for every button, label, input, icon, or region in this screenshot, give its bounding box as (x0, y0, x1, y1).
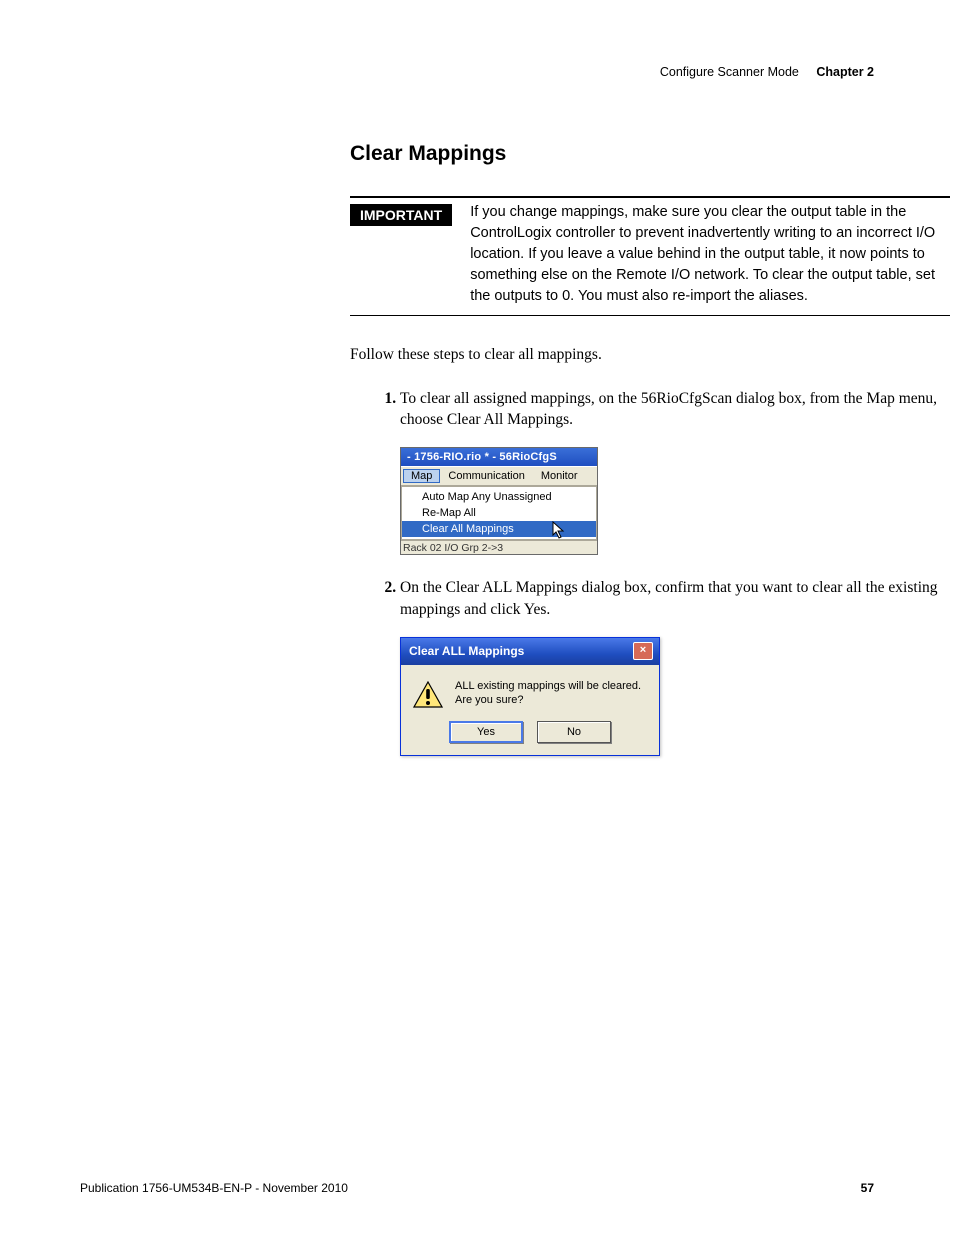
intro-text: Follow these steps to clear all mappings… (350, 344, 950, 366)
dialog-message-line1: ALL existing mappings will be cleared. (455, 679, 641, 694)
steps-list-2: On the Clear ALL Mappings dialog box, co… (370, 577, 954, 620)
menu-communication[interactable]: Communication (440, 469, 532, 483)
close-button[interactable]: × (633, 642, 653, 660)
menu-dropdown: Auto Map Any Unassigned Re-Map All Clear… (401, 486, 597, 540)
chapter-label: Chapter 2 (816, 65, 874, 79)
yes-button[interactable]: Yes (449, 721, 523, 743)
dialog-body: ALL existing mappings will be cleared. A… (401, 665, 659, 715)
window-title: - 1756-RIO.rio * - 56RioCfgS (401, 448, 597, 466)
publication-info: Publication 1756-UM534B-EN-P - November … (80, 1181, 348, 1195)
dialog-message-line2: Are you sure? (455, 693, 641, 708)
important-text: If you change mappings, make sure you cl… (470, 202, 950, 307)
screenshot-menu-window: - 1756-RIO.rio * - 56RioCfgS Map Communi… (400, 447, 598, 555)
page-footer: Publication 1756-UM534B-EN-P - November … (80, 1181, 874, 1195)
menu-option-automap[interactable]: Auto Map Any Unassigned (402, 489, 596, 505)
breadcrumb: Configure Scanner Mode (660, 65, 799, 79)
no-button[interactable]: No (537, 721, 611, 743)
menu-option-remap[interactable]: Re-Map All (402, 505, 596, 521)
window-status: Rack 02 I/O Grp 2->3 (401, 540, 597, 554)
step-2: On the Clear ALL Mappings dialog box, co… (400, 577, 954, 620)
page-number: 57 (861, 1181, 874, 1195)
step-1: To clear all assigned mappings, on the 5… (400, 388, 954, 431)
menu-map[interactable]: Map (403, 469, 440, 483)
important-badge: IMPORTANT (350, 204, 452, 226)
dialog-buttons: Yes No (401, 715, 659, 755)
menu-monitor[interactable]: Monitor (533, 469, 586, 483)
dialog-message: ALL existing mappings will be cleared. A… (455, 679, 641, 709)
screenshot-dialog: Clear ALL Mappings × ALL existing mappin… (400, 637, 660, 756)
menu-option-clear-all-label: Clear All Mappings (422, 523, 514, 535)
cursor-icon (552, 521, 570, 541)
warning-icon (413, 681, 443, 709)
close-icon: × (640, 645, 646, 656)
menu-option-clear-all[interactable]: Clear All Mappings (402, 521, 596, 537)
important-callout: IMPORTANT If you change mappings, make s… (350, 196, 950, 316)
dialog-title: Clear ALL Mappings (409, 644, 524, 658)
steps-list: To clear all assigned mappings, on the 5… (370, 388, 954, 431)
page-header: Configure Scanner Mode Chapter 2 (660, 65, 874, 79)
section-title: Clear Mappings (350, 142, 874, 166)
dialog-titlebar: Clear ALL Mappings × (401, 638, 659, 665)
menubar: Map Communication Monitor (401, 466, 597, 486)
